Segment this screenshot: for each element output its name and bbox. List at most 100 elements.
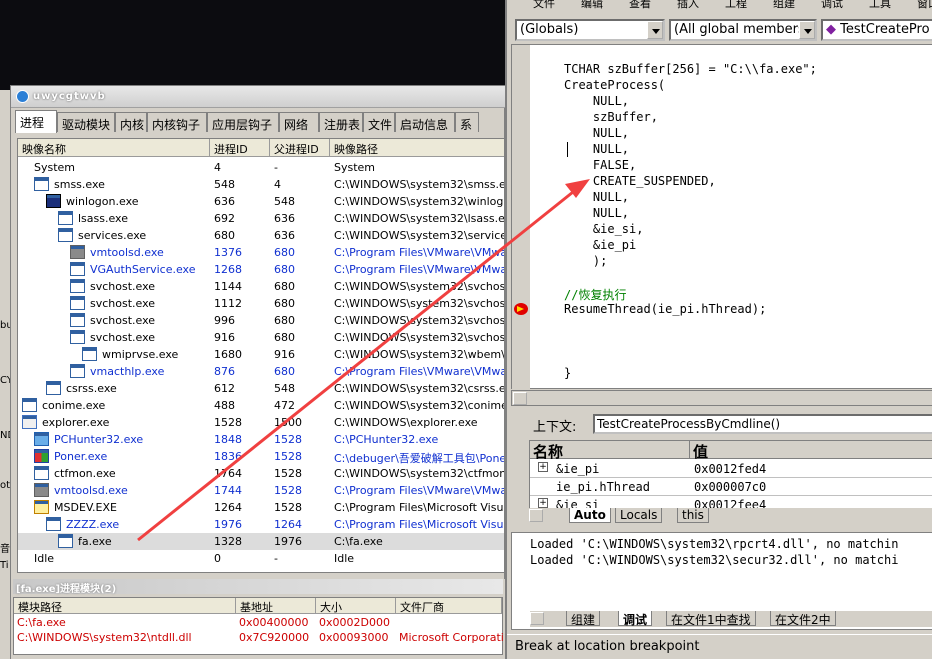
table-row[interactable]: Idle 0 - Idle — [18, 550, 504, 567]
table-row[interactable]: ctfmon.exe 1764 1528 C:\WINDOWS\system32\ct… — [18, 465, 504, 482]
tab-scroll-left-icon[interactable] — [530, 612, 544, 625]
variable-row[interactable]: + &ie_pi 0x0012fed4 — [530, 460, 932, 478]
table-row[interactable]: smss.exe 548 4 C:\WINDOWS\system32\smss.exe — [18, 176, 504, 193]
tab-5[interactable]: 网络 — [279, 112, 319, 132]
tab-3[interactable]: 内核钩子 — [147, 112, 207, 132]
code-line: NULL, — [564, 206, 630, 220]
process-id: 680 — [214, 229, 235, 242]
tab-7[interactable]: 文件 — [363, 112, 395, 132]
module-column-header-1[interactable]: 基地址 — [236, 598, 316, 614]
menu-item-2[interactable]: 查看 — [629, 0, 651, 11]
output-tab-0[interactable]: 组建 — [566, 611, 601, 627]
winlogon-icon — [46, 194, 61, 208]
variables-column-header-0[interactable]: 名称 — [530, 441, 690, 461]
table-row[interactable]: fa.exe 1328 1976 C:\fa.exe — [18, 533, 504, 550]
parent-process-id: 1264 — [274, 518, 302, 531]
expand-icon[interactable]: + — [538, 498, 548, 508]
editor-gutter[interactable] — [512, 45, 530, 390]
table-row[interactable]: vmtoolsd.exe 1376 680 C:\Program Files\VMwa… — [18, 244, 504, 261]
menu-item-3[interactable]: 插入 — [677, 0, 699, 11]
window-icon — [34, 177, 49, 191]
menu-item-7[interactable]: 工具 — [869, 0, 891, 11]
process-id: 488 — [214, 399, 235, 412]
tab-9[interactable]: 系 — [455, 112, 479, 132]
menu-item-4[interactable]: 工程 — [725, 0, 747, 11]
variables-column-header-1[interactable]: 值 — [690, 441, 932, 461]
table-row[interactable]: ZZZZ.exe 1976 1264 C:\Program Files\Microso… — [18, 516, 504, 533]
editor-horizontal-scrollbar[interactable] — [511, 390, 932, 406]
tab-4[interactable]: 应用层钩子 — [207, 112, 279, 132]
table-row[interactable]: PCHunter32.exe 1848 1528 C:\PCHunter32.exe — [18, 431, 504, 448]
process-id: 1744 — [214, 484, 242, 497]
image-path: System — [334, 161, 376, 174]
variables-grid[interactable]: 名称值 + &ie_pi 0x0012fed4 ie_pi.hThread 0x00000… — [529, 440, 932, 514]
scroll-left-icon[interactable] — [513, 392, 527, 405]
code-editor[interactable]: TCHAR szBuffer[256] = "C:\\fa.exe"; Creat… — [511, 44, 932, 390]
table-row[interactable]: services.exe 680 636 C:\WINDOWS\system32\se… — [18, 227, 504, 244]
menu-item-5[interactable]: 组建 — [773, 0, 795, 11]
tab-scroll-left-icon[interactable] — [529, 509, 543, 522]
parent-process-id: - — [274, 552, 278, 565]
menu-bar: 文件 编辑 查看 插入 工程 组建 调试 工具 窗口 — [507, 0, 932, 12]
output-tab-2[interactable]: 在文件1中查找 — [666, 611, 756, 627]
table-row[interactable]: conime.exe 488 472 C:\WINDOWS\system32\coni… — [18, 397, 504, 414]
tab-1[interactable]: 驱动模块 — [57, 112, 115, 132]
menu-item-6[interactable]: 调试 — [821, 0, 843, 11]
parent-process-id: 1528 — [274, 501, 302, 514]
process-id: 1328 — [214, 535, 242, 548]
module-list[interactable]: 模块路径 基地址 大小 文件厂商 C:\fa.exe 0x00400000 0x0002D0… — [13, 597, 503, 655]
module-row[interactable]: C:\fa.exe 0x00400000 0x0002D000 — [14, 615, 502, 630]
tab-8[interactable]: 启动信息 — [395, 112, 455, 132]
column-header-2[interactable]: 父进程ID — [270, 139, 330, 157]
table-row[interactable]: svchost.exe 1144 680 C:\WINDOWS\system32\sv… — [18, 278, 504, 295]
output-tab-1[interactable]: 调试 — [618, 611, 653, 627]
table-row[interactable]: svchost.exe 1112 680 C:\WINDOWS\system32\sv… — [18, 295, 504, 312]
tab-0[interactable]: 进程 — [15, 110, 57, 133]
variables-tab-0[interactable]: Auto — [569, 508, 611, 523]
code-line: szBuffer, — [564, 110, 658, 124]
output-line: Loaded 'C:\WINDOWS\system32\secur32.dll'… — [530, 553, 899, 567]
expand-icon[interactable]: + — [538, 462, 548, 472]
menu-item-1[interactable]: 编辑 — [581, 0, 603, 11]
module-column-header-0[interactable]: 模块路径 — [14, 598, 236, 614]
table-row[interactable]: explorer.exe 1528 1500 C:\WINDOWS\explorer.… — [18, 414, 504, 431]
function-combo[interactable]: ◆ TestCreatePro — [821, 19, 932, 41]
table-row[interactable]: svchost.exe 916 680 C:\WINDOWS\system32\svc… — [18, 329, 504, 346]
context-combo[interactable]: TestCreateProcessByCmdline() — [593, 414, 932, 434]
column-header-3[interactable]: 映像路径 — [330, 139, 504, 157]
variables-tab-2[interactable]: this — [677, 508, 709, 523]
module-column-header-2[interactable]: 大小 — [316, 598, 396, 614]
window-icon — [70, 364, 85, 378]
chevron-down-icon[interactable] — [799, 21, 815, 39]
table-row[interactable]: csrss.exe 612 548 C:\WINDOWS\system32\csrss… — [18, 380, 504, 397]
scope-combo[interactable]: (Globals) — [515, 19, 665, 41]
table-row[interactable]: svchost.exe 996 680 C:\WINDOWS\system32\svc… — [18, 312, 504, 329]
tab-2[interactable]: 内核 — [115, 112, 147, 132]
process-id: 612 — [214, 382, 235, 395]
module-column-header-3[interactable]: 文件厂商 — [396, 598, 502, 614]
table-row[interactable]: vmtoolsd.exe 1744 1528 C:\Program Files\VMw… — [18, 482, 504, 499]
table-row[interactable]: VGAuthService.exe 1268 680 C:\Program Files… — [18, 261, 504, 278]
menu-item-8[interactable]: 窗口 — [917, 0, 932, 11]
process-list[interactable]: 映像名称 进程ID 父进程ID 映像路径 System 4 - System smss.exe 5… — [17, 138, 505, 573]
variables-tab-1[interactable]: Locals — [615, 508, 663, 523]
column-header-0[interactable]: 映像名称 — [18, 139, 210, 157]
title-bar[interactable]: uwycgtwvb — [11, 86, 506, 108]
table-row[interactable]: wmiprvse.exe 1680 916 C:\WINDOWS\system32\w… — [18, 346, 504, 363]
output-tab-3[interactable]: 在文件2中 — [770, 611, 836, 627]
table-row[interactable]: winlogon.exe 636 548 C:\WINDOWS\system32\wi… — [18, 193, 504, 210]
chevron-down-icon[interactable] — [647, 21, 663, 39]
tab-6[interactable]: 注册表 — [319, 112, 363, 132]
variable-row[interactable]: ie_pi.hThread 0x000007c0 — [530, 478, 932, 496]
table-row[interactable]: vmacthlp.exe 876 680 C:\Program Files\VMwar… — [18, 363, 504, 380]
table-row[interactable]: System 4 - System — [18, 159, 504, 176]
column-header-1[interactable]: 进程ID — [210, 139, 270, 157]
table-row[interactable]: lsass.exe 692 636 C:\WINDOWS\system32\lsass… — [18, 210, 504, 227]
module-row[interactable]: C:\WINDOWS\system32\ntdll.dll 0x7C920000 0… — [14, 630, 503, 645]
menu-item-0[interactable]: 文件 — [533, 0, 555, 11]
table-row[interactable]: MSDEV.EXE 1264 1528 C:\Program Files\Micros… — [18, 499, 504, 516]
members-combo[interactable]: (All global members — [669, 19, 817, 41]
output-panel[interactable]: Loaded 'C:\WINDOWS\system32\rpcrt4.dll',… — [511, 532, 932, 630]
process-id: 1144 — [214, 280, 242, 293]
table-row[interactable]: Poner.exe 1836 1528 C:\debuger\吾爱破解工具包\Pone — [18, 448, 504, 465]
